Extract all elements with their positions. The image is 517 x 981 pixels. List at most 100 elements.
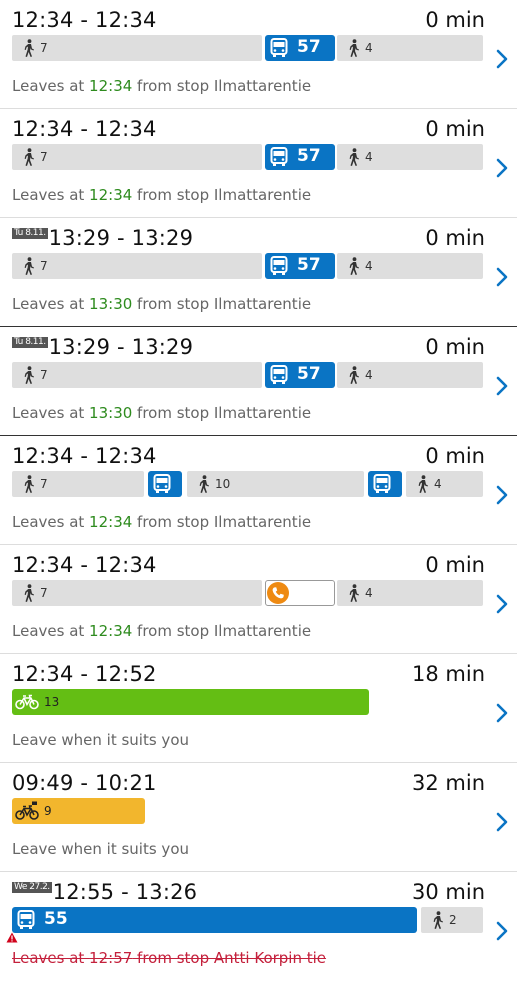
departure-info-prefix: Leave when it suits you (12, 731, 189, 749)
itinerary-row[interactable]: Tu 8.11. 13:29 - 13:29 0 min 7 57 4 Leaves at … (0, 327, 517, 436)
itinerary-row[interactable]: 12:34 - 12:34 0 min 7 4 Leaves at 12:34 from… (0, 545, 517, 654)
chevron-right-icon[interactable] (495, 157, 509, 179)
departure-info: Leaves at 12:57 from stop Antti Korpin t… (12, 949, 326, 967)
departure-info-prefix: Leaves at (12, 295, 90, 313)
departure-stop: from stop Ilmattarentie (132, 295, 312, 313)
time-range: 12:34 - 12:34 (12, 8, 157, 32)
duration: 0 min (425, 553, 485, 577)
citybike-icon (15, 801, 39, 821)
walk-leg-label: 4 (434, 477, 442, 491)
time-range-text: 12:34 - 12:52 (12, 662, 157, 686)
departure-info: Leaves at 12:34 from stop Ilmattarentie (12, 622, 311, 640)
departure-time: 13:30 (89, 404, 133, 422)
time-range: 12:34 - 12:34 (12, 553, 157, 577)
walk-icon (416, 475, 430, 493)
legs-bar: 55 2 (12, 907, 483, 933)
bus-icon (270, 365, 288, 385)
bus-leg: 57 (265, 144, 335, 170)
time-range: Tu 8.11. 13:29 - 13:29 (12, 335, 193, 359)
bus-icon (373, 474, 391, 494)
time-range: 12:34 - 12:34 (12, 117, 157, 141)
citybike-leg-label: 9 (44, 804, 52, 818)
chevron-right-icon[interactable] (495, 702, 509, 724)
departure-time: 12:57 (89, 949, 133, 967)
duration: 18 min (412, 662, 485, 686)
chevron-right-icon[interactable] (495, 375, 509, 397)
bus-icon (17, 910, 35, 930)
walk-icon (22, 475, 36, 493)
departure-info: Leave when it suits you (12, 731, 189, 749)
walk-leg: 4 (337, 362, 483, 388)
departure-time: 13:30 (89, 295, 133, 313)
departure-time: 12:34 (89, 622, 133, 640)
bus-leg-label: 57 (297, 37, 321, 57)
walk-leg-label: 7 (40, 41, 48, 55)
bus-leg: 55 (12, 907, 417, 933)
date-badge: Tu 8.11. (12, 337, 48, 348)
time-range-text: 12:34 - 12:34 (12, 8, 157, 32)
walk-leg: 4 (337, 580, 483, 606)
walk-icon (347, 148, 361, 166)
walk-leg: 7 (12, 362, 262, 388)
itinerary-row[interactable]: 12:34 - 12:34 0 min 7 57 4 Leaves at 12:34 fr… (0, 109, 517, 218)
walk-leg-label: 7 (40, 259, 48, 273)
walk-leg-label: 7 (40, 586, 48, 600)
duration: 0 min (425, 226, 485, 250)
chevron-right-icon[interactable] (495, 811, 509, 833)
chevron-right-icon[interactable] (495, 48, 509, 70)
phone-icon (267, 582, 289, 604)
departure-time: 12:34 (89, 77, 133, 95)
time-range-text: 09:49 - 10:21 (12, 771, 157, 795)
bus-icon (270, 147, 288, 167)
departure-info: Leave when it suits you (12, 840, 189, 858)
bus-leg: 57 (265, 35, 335, 61)
departure-stop: from stop Ilmattarentie (132, 77, 312, 95)
walk-icon (197, 475, 211, 493)
departure-info-prefix: Leaves at (12, 622, 90, 640)
itinerary-row[interactable]: 12:34 - 12:52 18 min 13 Leave when it suits… (0, 654, 517, 763)
itinerary-row[interactable]: 09:49 - 10:21 32 min 9 Leave when it suits … (0, 763, 517, 872)
walk-leg: 4 (337, 253, 483, 279)
bus-icon (270, 256, 288, 276)
itinerary-row[interactable]: We 27.2. 12:55 - 13:26 30 min 55 2 Leaves at … (0, 872, 517, 981)
itinerary-row[interactable]: Tu 8.11. 13:29 - 13:29 0 min 7 57 4 Leaves at … (0, 218, 517, 327)
legs-bar: 7 57 4 (12, 253, 483, 279)
walk-leg-label: 4 (365, 368, 373, 382)
chevron-right-icon[interactable] (495, 593, 509, 615)
walk-leg-label: 4 (365, 586, 373, 600)
departure-info: Leaves at 13:30 from stop Ilmattarentie (12, 295, 311, 313)
chevron-right-icon[interactable] (495, 484, 509, 506)
duration: 32 min (412, 771, 485, 795)
walk-leg: 7 (12, 144, 262, 170)
time-range: 12:34 - 12:52 (12, 662, 157, 686)
time-range-text: 12:34 - 12:34 (12, 117, 157, 141)
departure-info-prefix: Leave when it suits you (12, 840, 189, 858)
walk-leg: 7 (12, 35, 262, 61)
time-range-text: 12:34 - 12:34 (12, 553, 157, 577)
bus-icon (270, 38, 288, 58)
bus-leg-label: 57 (297, 364, 321, 384)
citybike-leg: 9 (12, 798, 145, 824)
itinerary-row[interactable]: 12:34 - 12:34 0 min 7 57 4 Leaves at 12:34 fr… (0, 0, 517, 109)
walk-icon (347, 584, 361, 602)
bus-leg-label: 57 (297, 255, 321, 275)
duration: 0 min (425, 335, 485, 359)
walk-leg-label: 7 (40, 150, 48, 164)
walk-leg: 7 (12, 253, 262, 279)
time-range-text: 13:29 - 13:29 (48, 226, 194, 250)
bus-leg-label: 55 (44, 909, 68, 929)
departure-stop: from stop Ilmattarentie (132, 186, 312, 204)
walk-leg-label: 7 (40, 477, 48, 491)
departure-info-prefix: Leaves at (12, 404, 90, 422)
bus-leg: 57 (265, 362, 335, 388)
walk-leg: 7 (12, 471, 144, 497)
chevron-right-icon[interactable] (495, 266, 509, 288)
itinerary-row[interactable]: 12:34 - 12:34 0 min 7 10 4 Leaves at 12:34 fr… (0, 436, 517, 545)
walk-icon (347, 257, 361, 275)
itinerary-list: 12:34 - 12:34 0 min 7 57 4 Leaves at 12:34 fr… (0, 0, 517, 981)
legs-bar: 13 (12, 689, 483, 715)
chevron-right-icon[interactable] (495, 920, 509, 942)
walk-leg-label: 4 (365, 259, 373, 273)
departure-stop: from stop Antti Korpin tie (132, 949, 327, 967)
departure-info-prefix: Leaves at (12, 513, 90, 531)
